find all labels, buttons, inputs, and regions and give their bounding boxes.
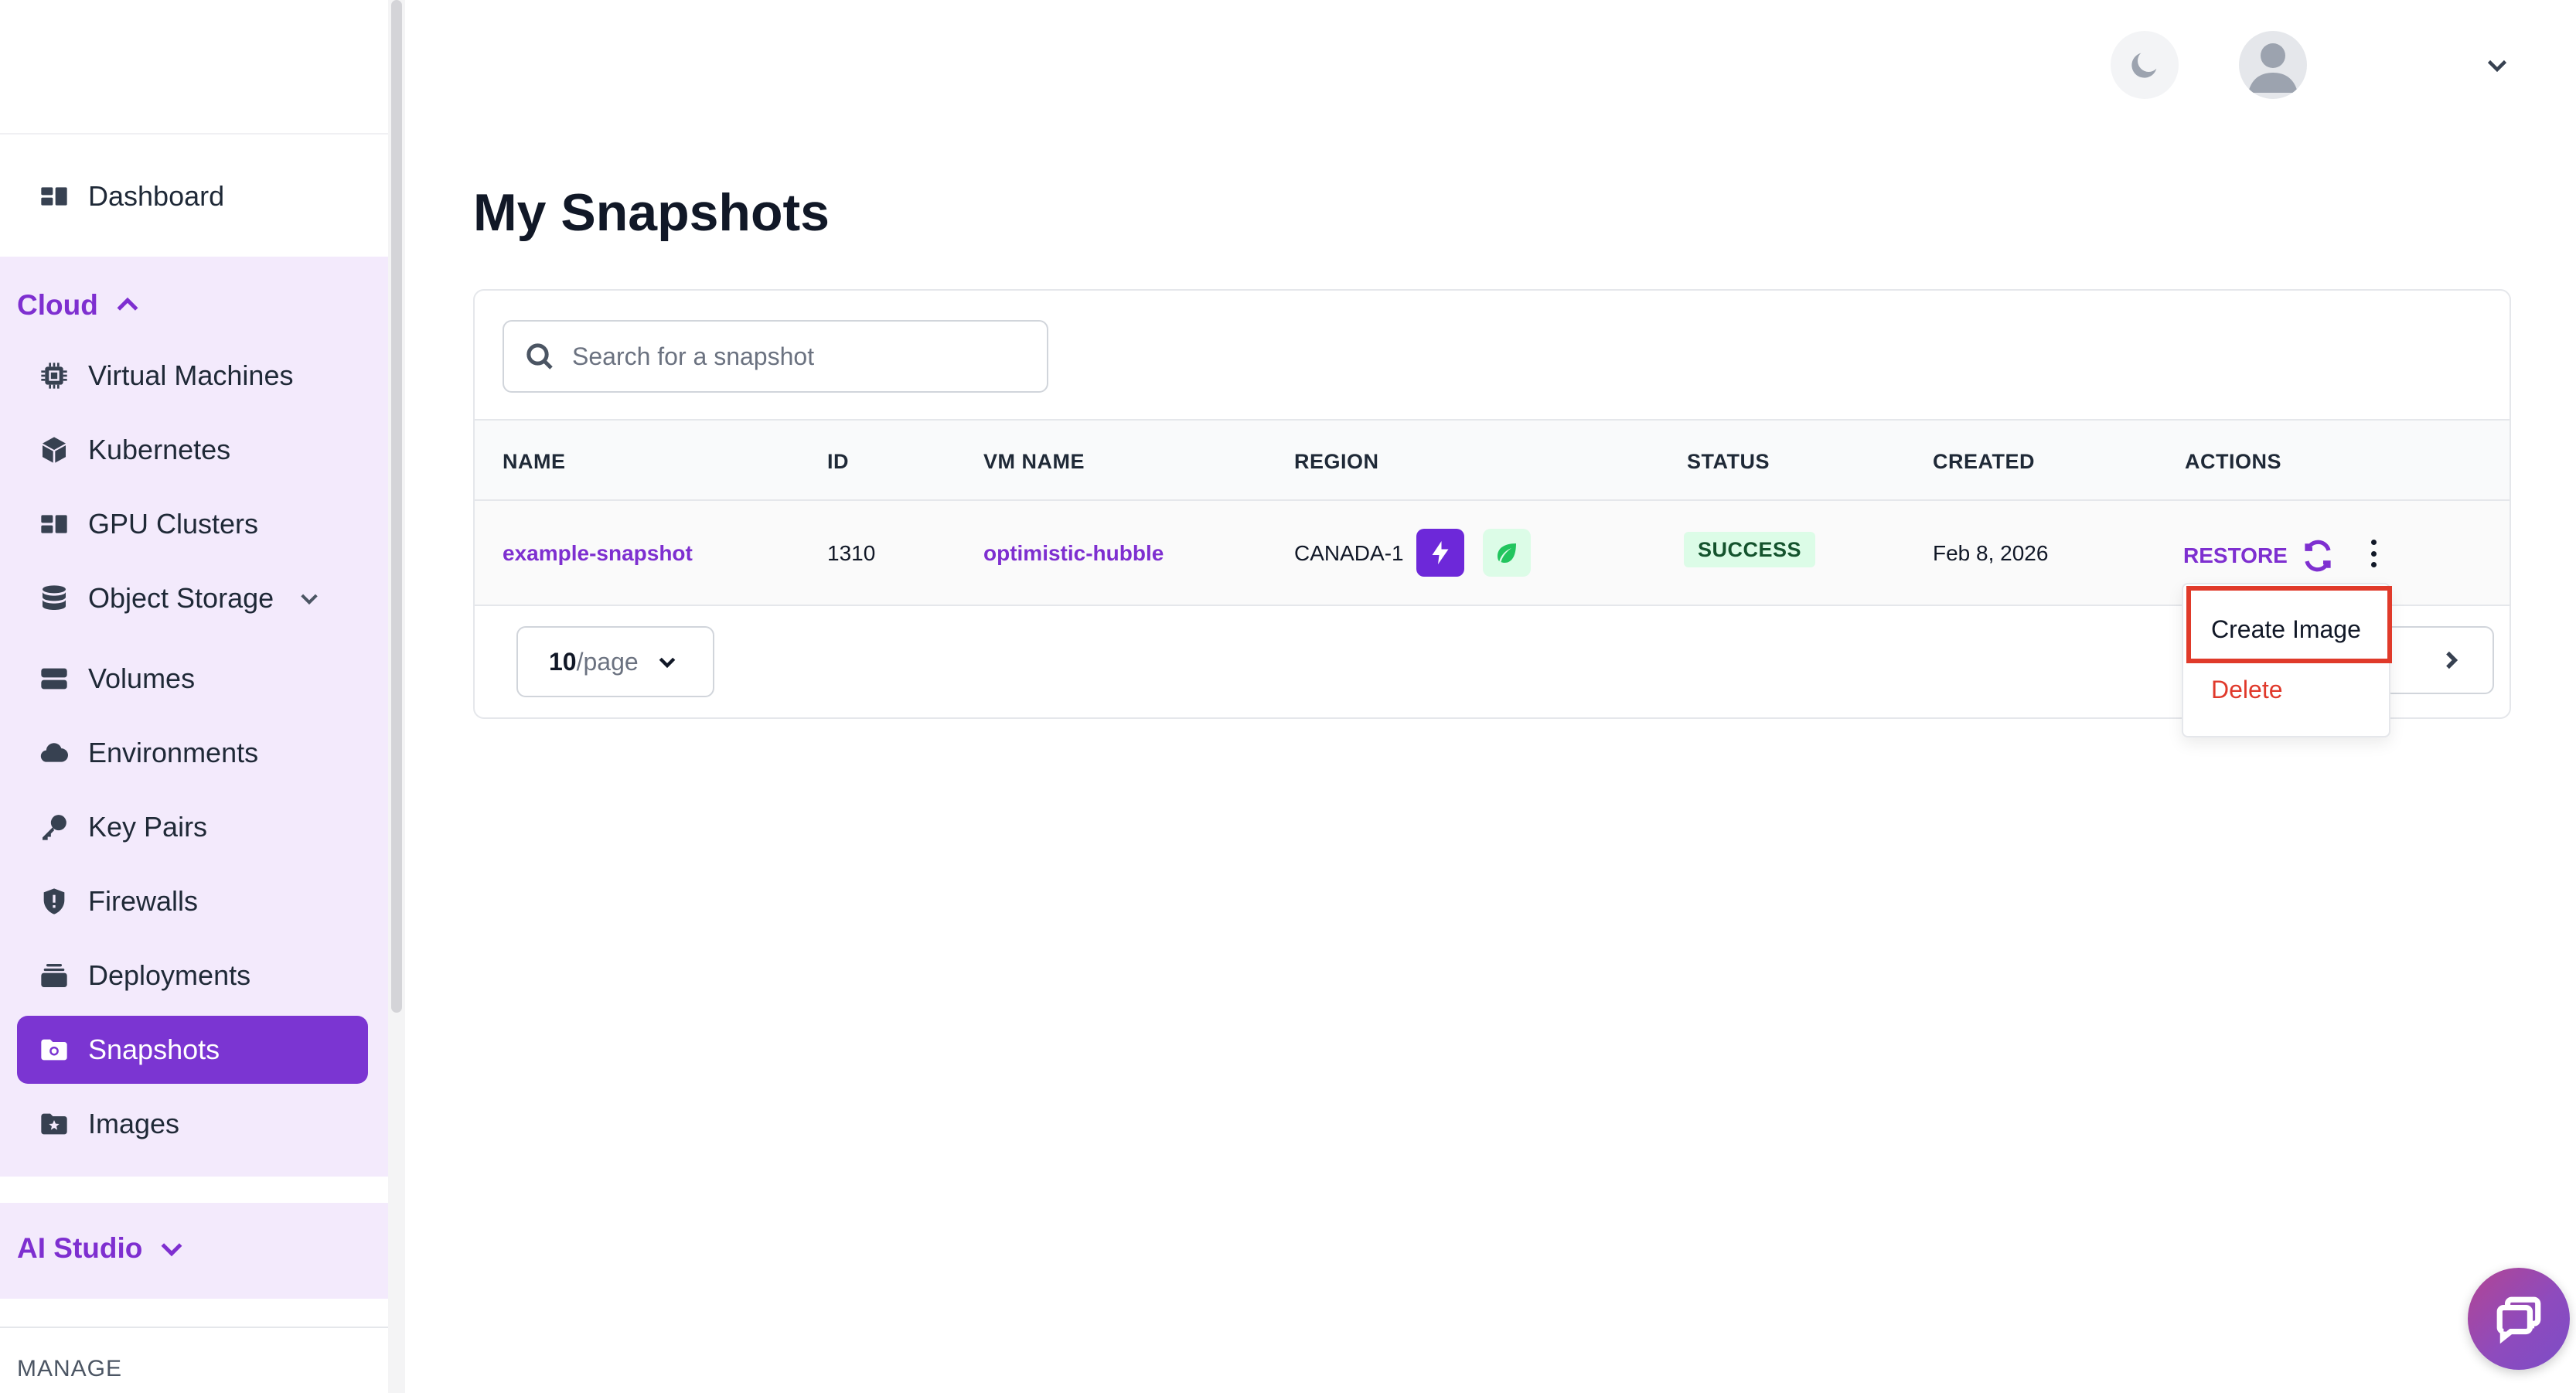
vm-name-link[interactable]: optimistic-hubble (983, 541, 1164, 566)
column-header-vm-name[interactable]: VM NAME (983, 450, 1085, 474)
sidebar-divider (0, 133, 388, 135)
more-actions-icon[interactable] (2358, 535, 2389, 572)
region-label: CANADA-1 (1294, 541, 1404, 565)
sidebar-item-deployments[interactable]: Deployments (17, 942, 368, 1010)
sidebar-item-images[interactable]: Images (17, 1090, 368, 1158)
cloud-icon (39, 737, 70, 768)
bolt-icon (1416, 529, 1464, 577)
per-page-value: 10 (549, 647, 577, 676)
sidebar-item-object-storage[interactable]: Object Storage (17, 564, 368, 632)
sidebar-item-label: Virtual Machines (88, 359, 294, 391)
sidebar-item-label: Volumes (88, 662, 196, 694)
chip-icon (39, 360, 70, 391)
page-title: My Snapshots (473, 183, 830, 242)
sidebar-item-key-pairs[interactable]: Key Pairs (17, 793, 368, 861)
sidebar-item-label: Kubernetes (88, 434, 231, 465)
table-header: NAME ID VM NAME REGION STATUS CREATED AC… (475, 419, 2510, 501)
sidebar-item-label: Firewalls (88, 885, 199, 917)
manage-section-label: MANAGE (17, 1356, 123, 1381)
key-icon (39, 812, 70, 843)
column-header-actions: ACTIONS (2185, 450, 2281, 473)
chevron-right-icon (2446, 651, 2458, 669)
grid-icon (39, 509, 70, 540)
chat-support-button[interactable] (2468, 1268, 2570, 1370)
sidebar-item-label: Object Storage (88, 582, 274, 614)
restore-button[interactable]: RESTORE (2183, 540, 2334, 572)
snapshot-id: 1310 (827, 541, 876, 565)
search-input[interactable] (572, 342, 1021, 371)
leaf-icon (1483, 529, 1531, 577)
column-header-region[interactable]: REGION (1294, 450, 1379, 474)
restore-label: RESTORE (2183, 543, 2288, 567)
sidebar-item-firewalls[interactable]: Firewalls (17, 867, 368, 935)
moon-icon (2131, 53, 2157, 78)
chevron-down-icon (301, 594, 318, 605)
created-date: Feb 8, 2026 (1933, 541, 2049, 565)
stack-icon (39, 960, 70, 991)
avatar[interactable] (2239, 31, 2307, 99)
column-header-status[interactable]: STATUS (1687, 450, 1770, 474)
sidebar-item-environments[interactable]: Environments (17, 719, 368, 787)
refresh-icon (2305, 540, 2331, 572)
ai-studio-section-toggle[interactable]: AI Studio (17, 1232, 187, 1265)
per-page-select[interactable]: 10 /page (516, 626, 714, 697)
chat-icon (2496, 1296, 2541, 1344)
sidebar-item-snapshots[interactable]: Snapshots (17, 1016, 368, 1084)
sidebar-item-label: Deployments (88, 959, 251, 991)
search-field[interactable] (503, 320, 1048, 393)
sidebar-item-label: Key Pairs (88, 811, 208, 843)
status-badge: SUCCESS (1684, 532, 1816, 567)
sidebar-item-label: GPU Clusters (88, 508, 259, 540)
column-header-created[interactable]: CREATED (1933, 450, 2035, 474)
search-icon (526, 343, 553, 370)
sidebar-item-label: Dashboard (88, 180, 225, 212)
chevron-up-icon (117, 297, 138, 311)
shield-icon (39, 886, 70, 917)
per-page-unit: /page (576, 647, 639, 676)
sidebar-item-kubernetes[interactable]: Kubernetes (17, 416, 368, 484)
next-page-button[interactable] (2383, 626, 2494, 694)
database-icon (39, 583, 70, 614)
column-header-name[interactable]: NAME (503, 450, 566, 474)
sidebar-item-label: Snapshots (88, 1034, 220, 1065)
sidebar-item-volumes[interactable]: Volumes (17, 645, 368, 713)
snapshot-folder-icon (39, 1034, 70, 1065)
image-folder-icon (39, 1109, 70, 1139)
sidebar-item-dashboard[interactable]: Dashboard (17, 162, 368, 230)
snapshot-name-link[interactable]: example-snapshot (503, 541, 693, 566)
chevron-down-icon (161, 1243, 182, 1257)
chevron-down-icon (659, 657, 675, 669)
section-label: AI Studio (17, 1232, 143, 1264)
sidebar-item-gpu-clusters[interactable]: GPU Clusters (17, 490, 368, 558)
sidebar: Dashboard Cloud Virtual Machines Kuberne… (0, 0, 388, 1393)
chevron-down-icon[interactable] (2483, 51, 2511, 79)
column-header-id[interactable]: ID (827, 450, 849, 474)
sidebar-item-label: Environments (88, 737, 259, 768)
dashboard-icon (39, 181, 70, 212)
highlight-annotation (2186, 586, 2392, 663)
theme-toggle-button[interactable] (2111, 31, 2179, 99)
sidebar-divider (0, 1327, 388, 1328)
sidebar-item-label: Images (88, 1108, 180, 1139)
sidebar-item-virtual-machines[interactable]: Virtual Machines (17, 342, 368, 410)
server-icon (39, 663, 70, 694)
sidebar-scrollbar[interactable] (391, 0, 402, 1013)
delete-menu-item[interactable]: Delete (2211, 676, 2283, 704)
user-icon (2248, 43, 2298, 93)
cube-icon (39, 434, 70, 465)
cloud-section-toggle[interactable]: Cloud (17, 289, 143, 322)
section-label: Cloud (17, 289, 98, 321)
